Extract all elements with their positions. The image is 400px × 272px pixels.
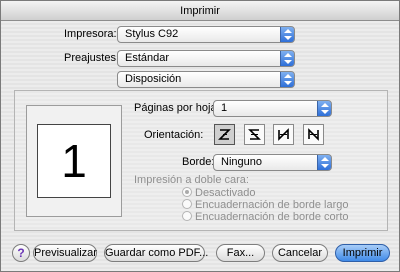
duplex-long-edge-radio[interactable]: Encuadernación de borde largo <box>182 199 349 211</box>
orientation-s-icon <box>248 129 261 140</box>
orientation-n-reverse-button[interactable] <box>273 124 294 145</box>
printer-value: Stylus C92 <box>125 28 179 40</box>
fax-button[interactable]: Fax... <box>216 244 265 262</box>
print-button[interactable]: Imprimir <box>335 244 390 262</box>
section-value: Disposición <box>125 73 182 85</box>
presets-label: Preajustes: <box>64 52 120 64</box>
duplex-off-radio[interactable]: Desactivado <box>182 187 256 199</box>
orientation-n-reverse-icon <box>278 128 289 141</box>
pages-per-sheet-label: Páginas por hoja: <box>134 102 220 114</box>
printer-label: Impresora: <box>64 28 117 40</box>
printer-popup[interactable]: Stylus C92 <box>117 26 295 43</box>
presets-value: Estándar <box>125 52 170 64</box>
orientation-z-button[interactable] <box>214 124 235 145</box>
duplex-long-edge-label: Encuadernación de borde largo <box>195 199 349 211</box>
duplex-short-edge-radio[interactable]: Encuadernación de borde corto <box>182 211 349 223</box>
presets-popup[interactable]: Estándar <box>117 50 295 67</box>
updown-arrows-icon <box>317 101 331 116</box>
updown-arrows-icon <box>317 155 331 170</box>
duplex-off-label: Desactivado <box>195 187 256 199</box>
border-value: Ninguno <box>221 156 262 168</box>
pages-per-sheet-value: 1 <box>221 102 228 114</box>
help-icon: ? <box>17 246 25 260</box>
pages-per-sheet-popup[interactable]: 1 <box>213 100 332 117</box>
updown-arrows-icon <box>280 72 294 87</box>
preview-page-number: 1 <box>61 135 87 187</box>
print-dialog: Imprimir Impresora: Stylus C92 Preajuste… <box>0 0 400 272</box>
updown-arrows-icon <box>280 27 294 42</box>
border-popup[interactable]: Ninguno <box>213 154 332 171</box>
border-label: Borde: <box>182 156 215 168</box>
radio-dot <box>182 211 192 221</box>
orientation-label: Orientación: <box>144 129 204 141</box>
radio-dot <box>182 199 192 209</box>
cancel-button[interactable]: Cancelar <box>272 244 328 262</box>
section-popup[interactable]: Disposición <box>117 71 295 88</box>
orientation-s-button[interactable] <box>244 124 265 145</box>
help-button[interactable]: ? <box>12 244 30 262</box>
page-preview: 1 <box>26 105 122 217</box>
orientation-n-button[interactable] <box>303 124 324 145</box>
radio-dot <box>182 187 192 197</box>
window-title: Imprimir <box>1 1 399 21</box>
orientation-z-icon <box>218 129 231 140</box>
save-pdf-button[interactable]: Guardar como PDF... <box>104 244 208 262</box>
duplex-label: Impresión a doble cara: <box>134 174 249 186</box>
preview-button[interactable]: Previsualizar <box>33 244 97 262</box>
preview-page: 1 <box>37 124 111 198</box>
orientation-n-icon <box>308 128 319 141</box>
updown-arrows-icon <box>280 51 294 66</box>
duplex-short-edge-label: Encuadernación de borde corto <box>195 211 349 223</box>
